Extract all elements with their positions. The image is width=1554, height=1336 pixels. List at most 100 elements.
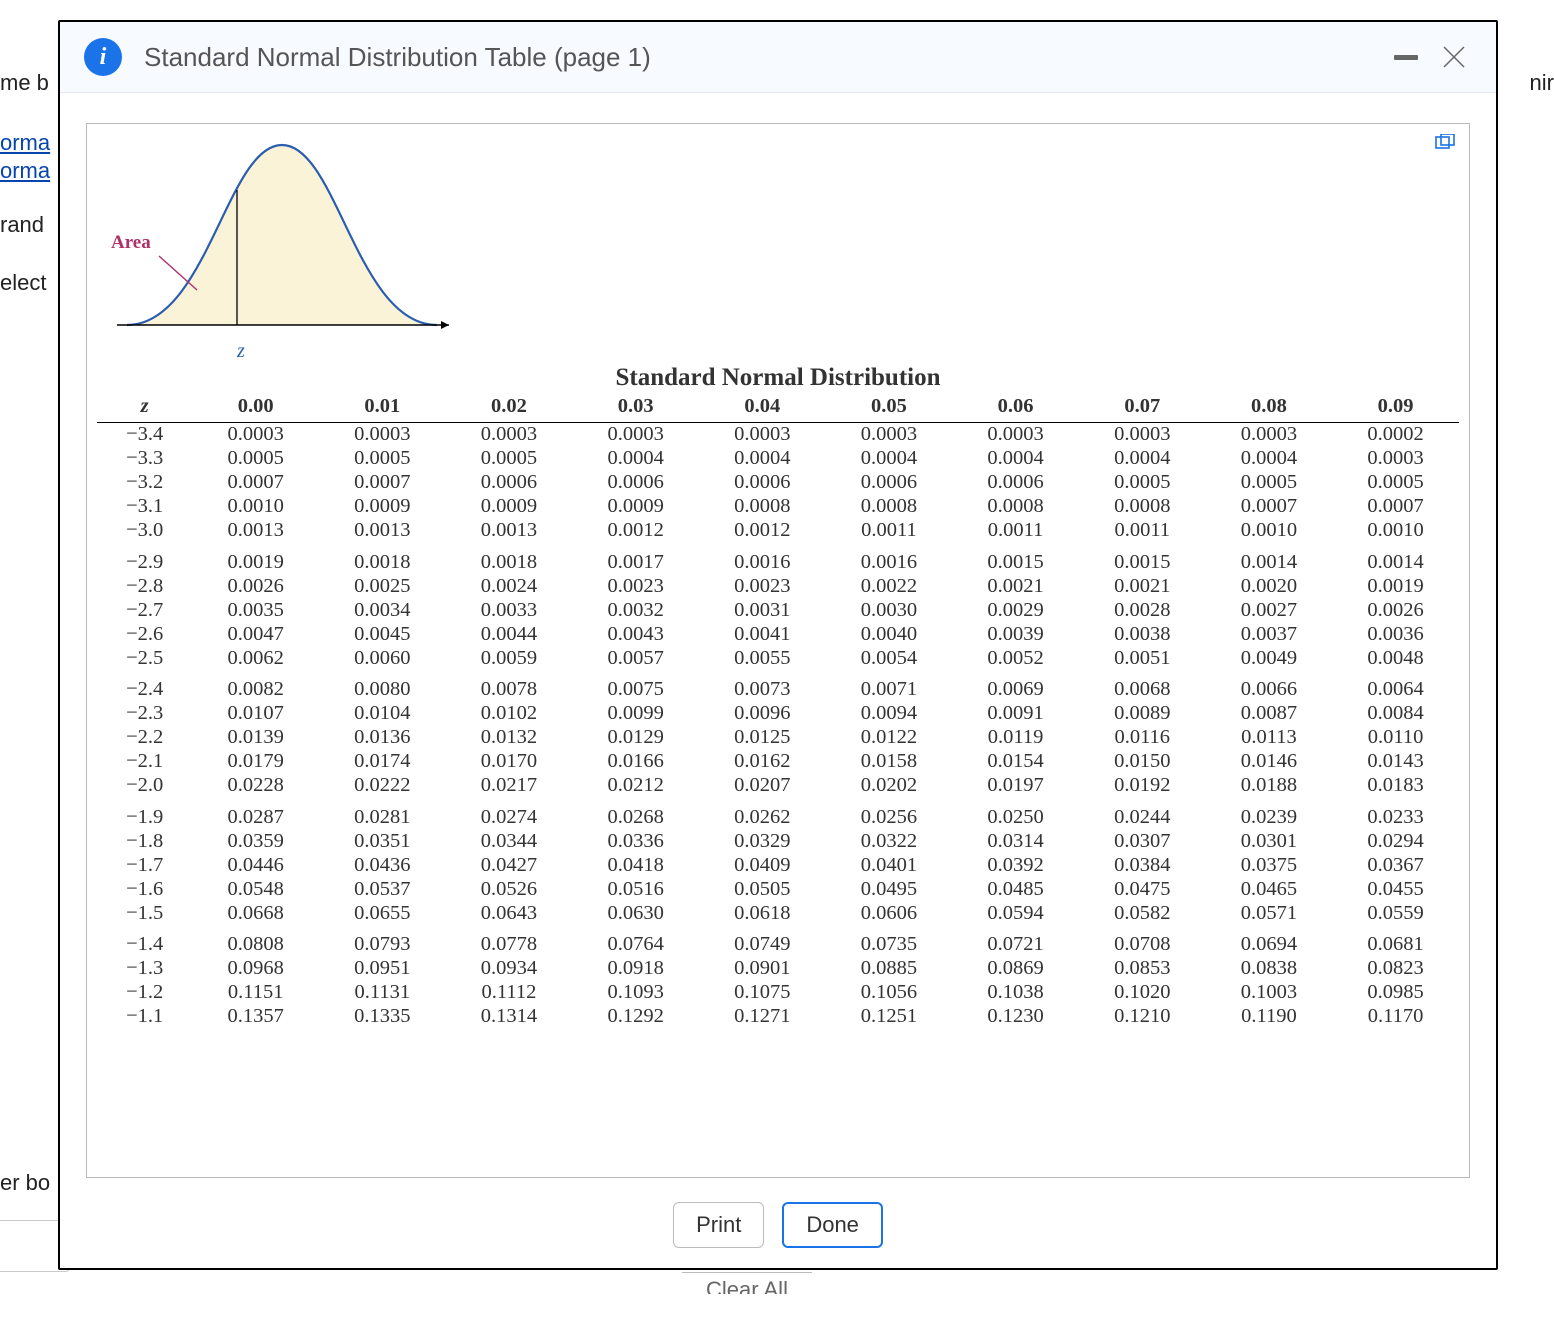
value-cell: 0.0055 <box>699 646 826 670</box>
value-cell: 0.0918 <box>572 957 699 981</box>
expand-icon <box>1435 134 1455 150</box>
value-cell: 0.0823 <box>1332 957 1459 981</box>
value-cell: 0.0708 <box>1079 925 1206 957</box>
table-row: −2.10.01790.01740.01700.01660.01620.0158… <box>97 750 1459 774</box>
value-cell: 0.0007 <box>1206 495 1333 519</box>
z-cell: −1.7 <box>97 853 192 877</box>
table-row: −1.70.04460.04360.04270.04180.04090.0401… <box>97 853 1459 877</box>
col-header: 0.09 <box>1332 394 1459 422</box>
value-cell: 0.0008 <box>1079 495 1206 519</box>
value-cell: 0.0047 <box>192 622 319 646</box>
value-cell: 0.0166 <box>572 750 699 774</box>
value-cell: 0.0139 <box>192 726 319 750</box>
value-cell: 0.0018 <box>446 543 573 575</box>
value-cell: 0.0084 <box>1332 702 1459 726</box>
value-cell: 0.0089 <box>1079 702 1206 726</box>
value-cell: 0.0122 <box>826 726 953 750</box>
value-cell: 0.0132 <box>446 726 573 750</box>
table-row: −2.60.00470.00450.00440.00430.00410.0040… <box>97 622 1459 646</box>
value-cell: 0.0003 <box>699 422 826 447</box>
value-cell: 0.0162 <box>699 750 826 774</box>
value-cell: 0.0336 <box>572 829 699 853</box>
value-cell: 0.0594 <box>952 901 1079 925</box>
area-label: Area <box>111 232 151 254</box>
value-cell: 0.0071 <box>826 670 953 702</box>
value-cell: 0.0010 <box>1206 519 1333 543</box>
z-cell: −3.0 <box>97 519 192 543</box>
value-cell: 0.0018 <box>319 543 446 575</box>
value-cell: 0.0207 <box>699 774 826 798</box>
value-cell: 0.0427 <box>446 853 573 877</box>
z-table: z 0.000.010.020.030.040.050.060.070.080.… <box>97 394 1459 1029</box>
value-cell: 0.1075 <box>699 981 826 1005</box>
value-cell: 0.0003 <box>1079 422 1206 447</box>
value-cell: 0.1056 <box>826 981 953 1005</box>
z-cell: −3.4 <box>97 422 192 447</box>
z-cell: −3.1 <box>97 495 192 519</box>
minimize-button[interactable] <box>1388 39 1424 75</box>
z-cell: −1.9 <box>97 798 192 830</box>
value-cell: 0.0446 <box>192 853 319 877</box>
value-cell: 0.0003 <box>319 422 446 447</box>
done-button[interactable]: Done <box>782 1202 883 1248</box>
value-cell: 0.1292 <box>572 1005 699 1029</box>
value-cell: 0.0009 <box>572 495 699 519</box>
expand-button[interactable] <box>1435 134 1455 155</box>
value-cell: 0.0091 <box>952 702 1079 726</box>
value-cell: 0.0054 <box>826 646 953 670</box>
value-cell: 0.0239 <box>1206 798 1333 830</box>
value-cell: 0.0004 <box>699 447 826 471</box>
value-cell: 0.0110 <box>1332 726 1459 750</box>
value-cell: 0.0158 <box>826 750 953 774</box>
value-cell: 0.0073 <box>699 670 826 702</box>
value-cell: 0.0011 <box>1079 519 1206 543</box>
value-cell: 0.0057 <box>572 646 699 670</box>
value-cell: 0.0694 <box>1206 925 1333 957</box>
value-cell: 0.1271 <box>699 1005 826 1029</box>
value-cell: 0.0060 <box>319 646 446 670</box>
col-header: 0.07 <box>1079 394 1206 422</box>
value-cell: 0.0010 <box>192 495 319 519</box>
value-cell: 0.1335 <box>319 1005 446 1029</box>
value-cell: 0.0009 <box>446 495 573 519</box>
value-cell: 0.0016 <box>699 543 826 575</box>
value-cell: 0.0015 <box>1079 543 1206 575</box>
value-cell: 0.0217 <box>446 774 573 798</box>
bg-link-fragment[interactable]: orma <box>0 130 50 156</box>
table-row: −2.70.00350.00340.00330.00320.00310.0030… <box>97 598 1459 622</box>
value-cell: 0.0005 <box>1332 471 1459 495</box>
table-row: −2.50.00620.00600.00590.00570.00550.0054… <box>97 646 1459 670</box>
value-cell: 0.0004 <box>826 447 953 471</box>
value-cell: 0.0004 <box>1079 447 1206 471</box>
value-cell: 0.0005 <box>319 447 446 471</box>
print-button[interactable]: Print <box>673 1202 764 1248</box>
value-cell: 0.0170 <box>446 750 573 774</box>
value-cell: 0.0008 <box>699 495 826 519</box>
table-row: −3.00.00130.00130.00130.00120.00120.0011… <box>97 519 1459 543</box>
value-cell: 0.0582 <box>1079 901 1206 925</box>
z-cell: −2.8 <box>97 574 192 598</box>
value-cell: 0.0006 <box>699 471 826 495</box>
close-button[interactable] <box>1436 39 1472 75</box>
value-cell: 0.0044 <box>446 622 573 646</box>
value-cell: 0.0268 <box>572 798 699 830</box>
value-cell: 0.0307 <box>1079 829 1206 853</box>
value-cell: 0.0029 <box>952 598 1079 622</box>
value-cell: 0.0764 <box>572 925 699 957</box>
table-row: −1.50.06680.06550.06430.06300.06180.0606… <box>97 901 1459 925</box>
value-cell: 0.0013 <box>192 519 319 543</box>
dialog: i Standard Normal Distribution Table (pa… <box>58 20 1498 1270</box>
value-cell: 0.0020 <box>1206 574 1333 598</box>
bg-link-fragment[interactable]: orma <box>0 158 50 184</box>
table-row: −3.30.00050.00050.00050.00040.00040.0004… <box>97 447 1459 471</box>
value-cell: 0.0375 <box>1206 853 1333 877</box>
value-cell: 0.0048 <box>1332 646 1459 670</box>
value-cell: 0.0116 <box>1079 726 1206 750</box>
value-cell: 0.0010 <box>1332 519 1459 543</box>
value-cell: 0.0885 <box>826 957 953 981</box>
table-title: Standard Normal Distribution <box>97 364 1459 392</box>
table-row: −2.80.00260.00250.00240.00230.00230.0022… <box>97 574 1459 598</box>
value-cell: 0.0392 <box>952 853 1079 877</box>
value-cell: 0.1151 <box>192 981 319 1005</box>
col-header: 0.01 <box>319 394 446 422</box>
